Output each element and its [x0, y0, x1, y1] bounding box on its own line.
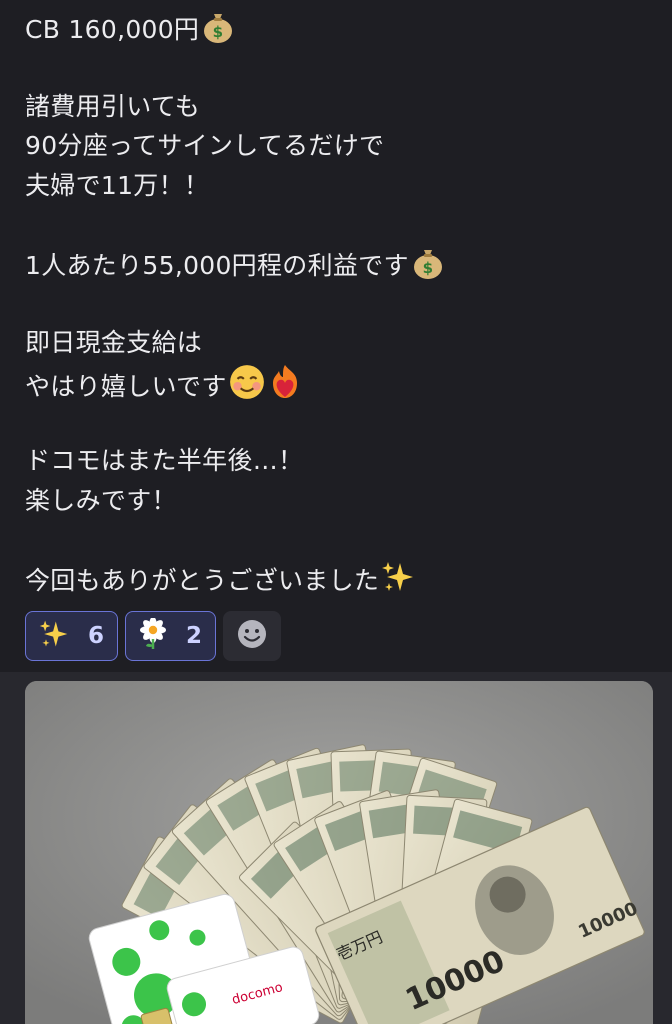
message-line: 夫婦で11万！！ — [25, 166, 645, 205]
message-line: やはり嬉しいです — [25, 363, 645, 402]
attached-photo[interactable]: 10000 壱万円 10000 docomo docomo — [25, 681, 653, 1024]
message-line — [25, 284, 645, 323]
white-flower-icon — [138, 617, 168, 654]
chat-message: CB 160,000円 $ 諸費用引いても 90分座ってサインしてるだけで 夫婦で… — [25, 8, 645, 599]
message-text: 90分座ってサインしてるだけで — [25, 131, 385, 161]
message-text: 楽しみです！ — [25, 485, 177, 515]
svg-text:$: $ — [422, 259, 433, 277]
reaction-count: 2 — [186, 623, 203, 649]
message-line: 楽しみです！ — [25, 481, 645, 520]
reaction-sparkles-button[interactable]: 6 — [25, 611, 119, 661]
sparkles-icon — [380, 559, 416, 606]
heart-on-fire-icon — [267, 363, 303, 412]
sparkles-icon — [38, 618, 70, 654]
message-text: 即日現金支給は — [25, 328, 203, 358]
message-line: CB 160,000円 $ — [25, 8, 645, 47]
message-text: 夫婦で11万！！ — [25, 170, 210, 200]
add-reaction-button[interactable] — [223, 611, 282, 661]
message-line: 諸費用引いても — [25, 87, 645, 126]
smiling-face-blush-icon — [228, 363, 266, 412]
message-line — [25, 205, 645, 244]
message-line — [25, 47, 645, 86]
message-text: 1人あたり55,000円程の利益です — [25, 251, 409, 281]
message-line: ドコモはまた半年後…！ — [25, 441, 645, 480]
message-line: 1人あたり55,000円程の利益です $ — [25, 244, 645, 283]
message-text: やはり嬉しいです — [25, 371, 227, 401]
message-line — [25, 402, 645, 441]
message-line: 90分座ってサインしてるだけで — [25, 126, 645, 165]
reactions-bar: 6 2 — [25, 611, 282, 661]
money-bag-icon: $ — [200, 8, 236, 55]
message-line: 即日現金支給は — [25, 323, 645, 362]
money-bag-icon: $ — [410, 244, 446, 291]
smiley-add-icon — [236, 618, 268, 654]
message-text: CB 160,000円 — [25, 15, 200, 44]
message-text: 諸費用引いても — [25, 91, 201, 121]
message-line: 今回もありがとうございました — [25, 559, 645, 598]
message-text: 今回もありがとうございました — [25, 566, 380, 596]
reaction-white-flower-button[interactable]: 2 — [125, 611, 217, 661]
svg-text:$: $ — [213, 23, 224, 41]
reaction-count: 6 — [88, 623, 105, 649]
message-line — [25, 520, 645, 559]
message-text: ドコモはまた半年後…！ — [25, 446, 304, 476]
photo-content-illustration: 10000 壱万円 10000 docomo docomo — [25, 681, 653, 1024]
